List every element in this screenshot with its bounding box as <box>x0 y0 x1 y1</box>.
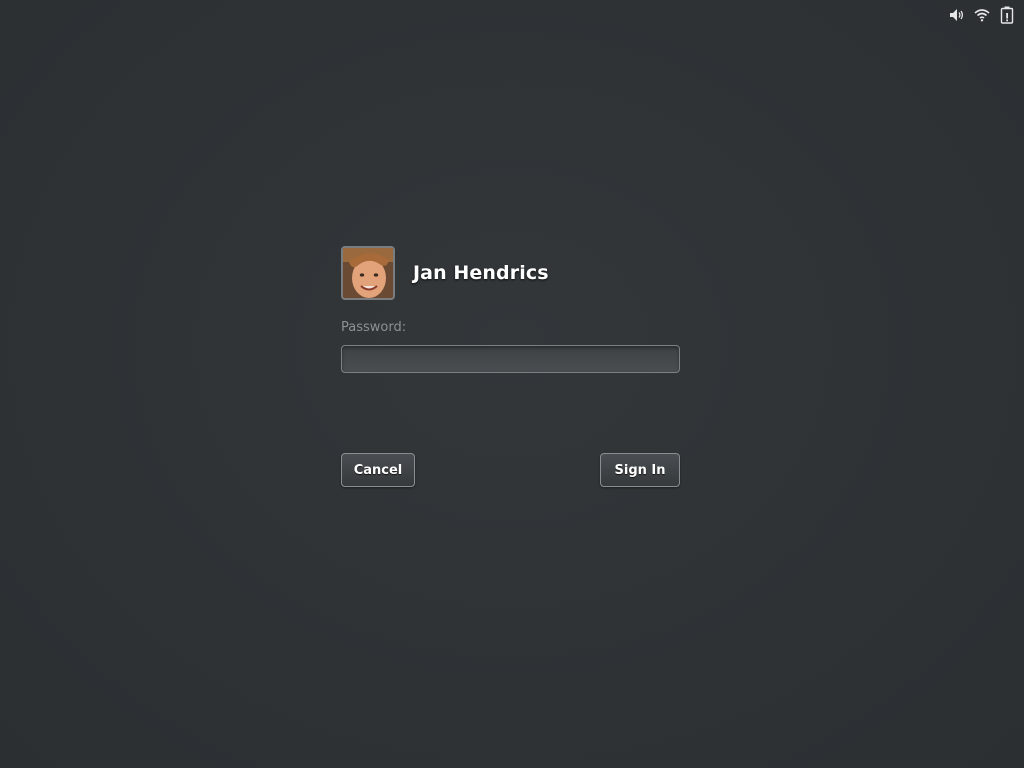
cancel-button[interactable]: Cancel <box>341 453 415 487</box>
login-panel: Jan Hendrics Password: Cancel Sign In <box>341 246 680 487</box>
button-row: Cancel Sign In <box>341 453 680 487</box>
user-row: Jan Hendrics <box>341 246 680 300</box>
system-status-area <box>948 6 1016 24</box>
battery-icon[interactable] <box>998 6 1016 24</box>
wifi-icon[interactable] <box>973 6 991 24</box>
avatar <box>341 246 395 300</box>
user-name: Jan Hendrics <box>413 262 549 284</box>
sign-in-button[interactable]: Sign In <box>600 453 680 487</box>
password-input[interactable] <box>341 345 680 373</box>
password-label: Password: <box>341 320 407 335</box>
volume-icon[interactable] <box>948 6 966 24</box>
